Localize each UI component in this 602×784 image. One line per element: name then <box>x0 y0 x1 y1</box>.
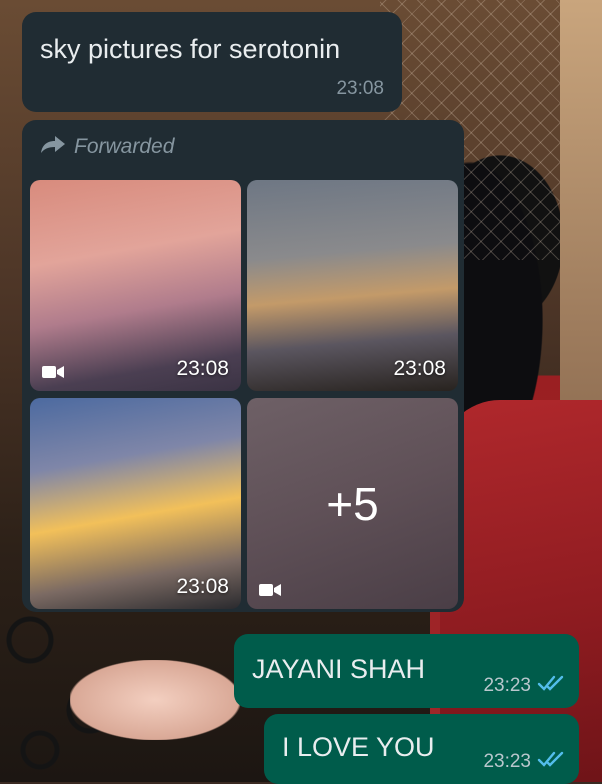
media-time: 23:08 <box>176 357 229 380</box>
forwarded-text: Forwarded <box>74 135 175 158</box>
message-meta: 23:23 <box>483 674 565 698</box>
message-time: 23:23 <box>483 751 531 772</box>
video-camera-icon <box>42 365 64 379</box>
message-text: I LOVE YOU <box>282 732 435 762</box>
video-camera-icon <box>259 583 281 597</box>
media-tile-1[interactable]: 23:08 <box>30 180 241 391</box>
outgoing-message[interactable]: JAYANI SHAH 23:23 <box>234 634 579 708</box>
media-time: 23:08 <box>176 575 229 598</box>
read-ticks-icon <box>537 674 565 698</box>
forwarded-label: Forwarded <box>40 134 174 160</box>
wallpaper-hand <box>70 660 240 740</box>
more-media-count: +5 <box>326 477 379 530</box>
incoming-message[interactable]: sky pictures for serotonin 23:08 <box>22 12 402 112</box>
media-tile-3[interactable]: 23:08 <box>30 398 241 609</box>
outgoing-message[interactable]: I LOVE YOU 23:23 <box>264 714 579 784</box>
message-time: 23:08 <box>336 78 384 99</box>
forward-arrow-icon <box>40 134 66 160</box>
message-text: JAYANI SHAH <box>252 654 426 684</box>
read-ticks-icon <box>537 750 565 774</box>
message-meta: 23:23 <box>483 750 565 774</box>
message-time: 23:23 <box>483 675 531 696</box>
media-tile-2[interactable]: 23:08 <box>247 180 458 391</box>
media-tile-more[interactable]: +5 <box>247 398 458 609</box>
media-time: 23:08 <box>393 357 446 380</box>
message-text: sky pictures for serotonin <box>40 34 341 64</box>
forwarded-media-album[interactable]: Forwarded 23:08 23:08 23:08 +5 <box>22 120 464 612</box>
